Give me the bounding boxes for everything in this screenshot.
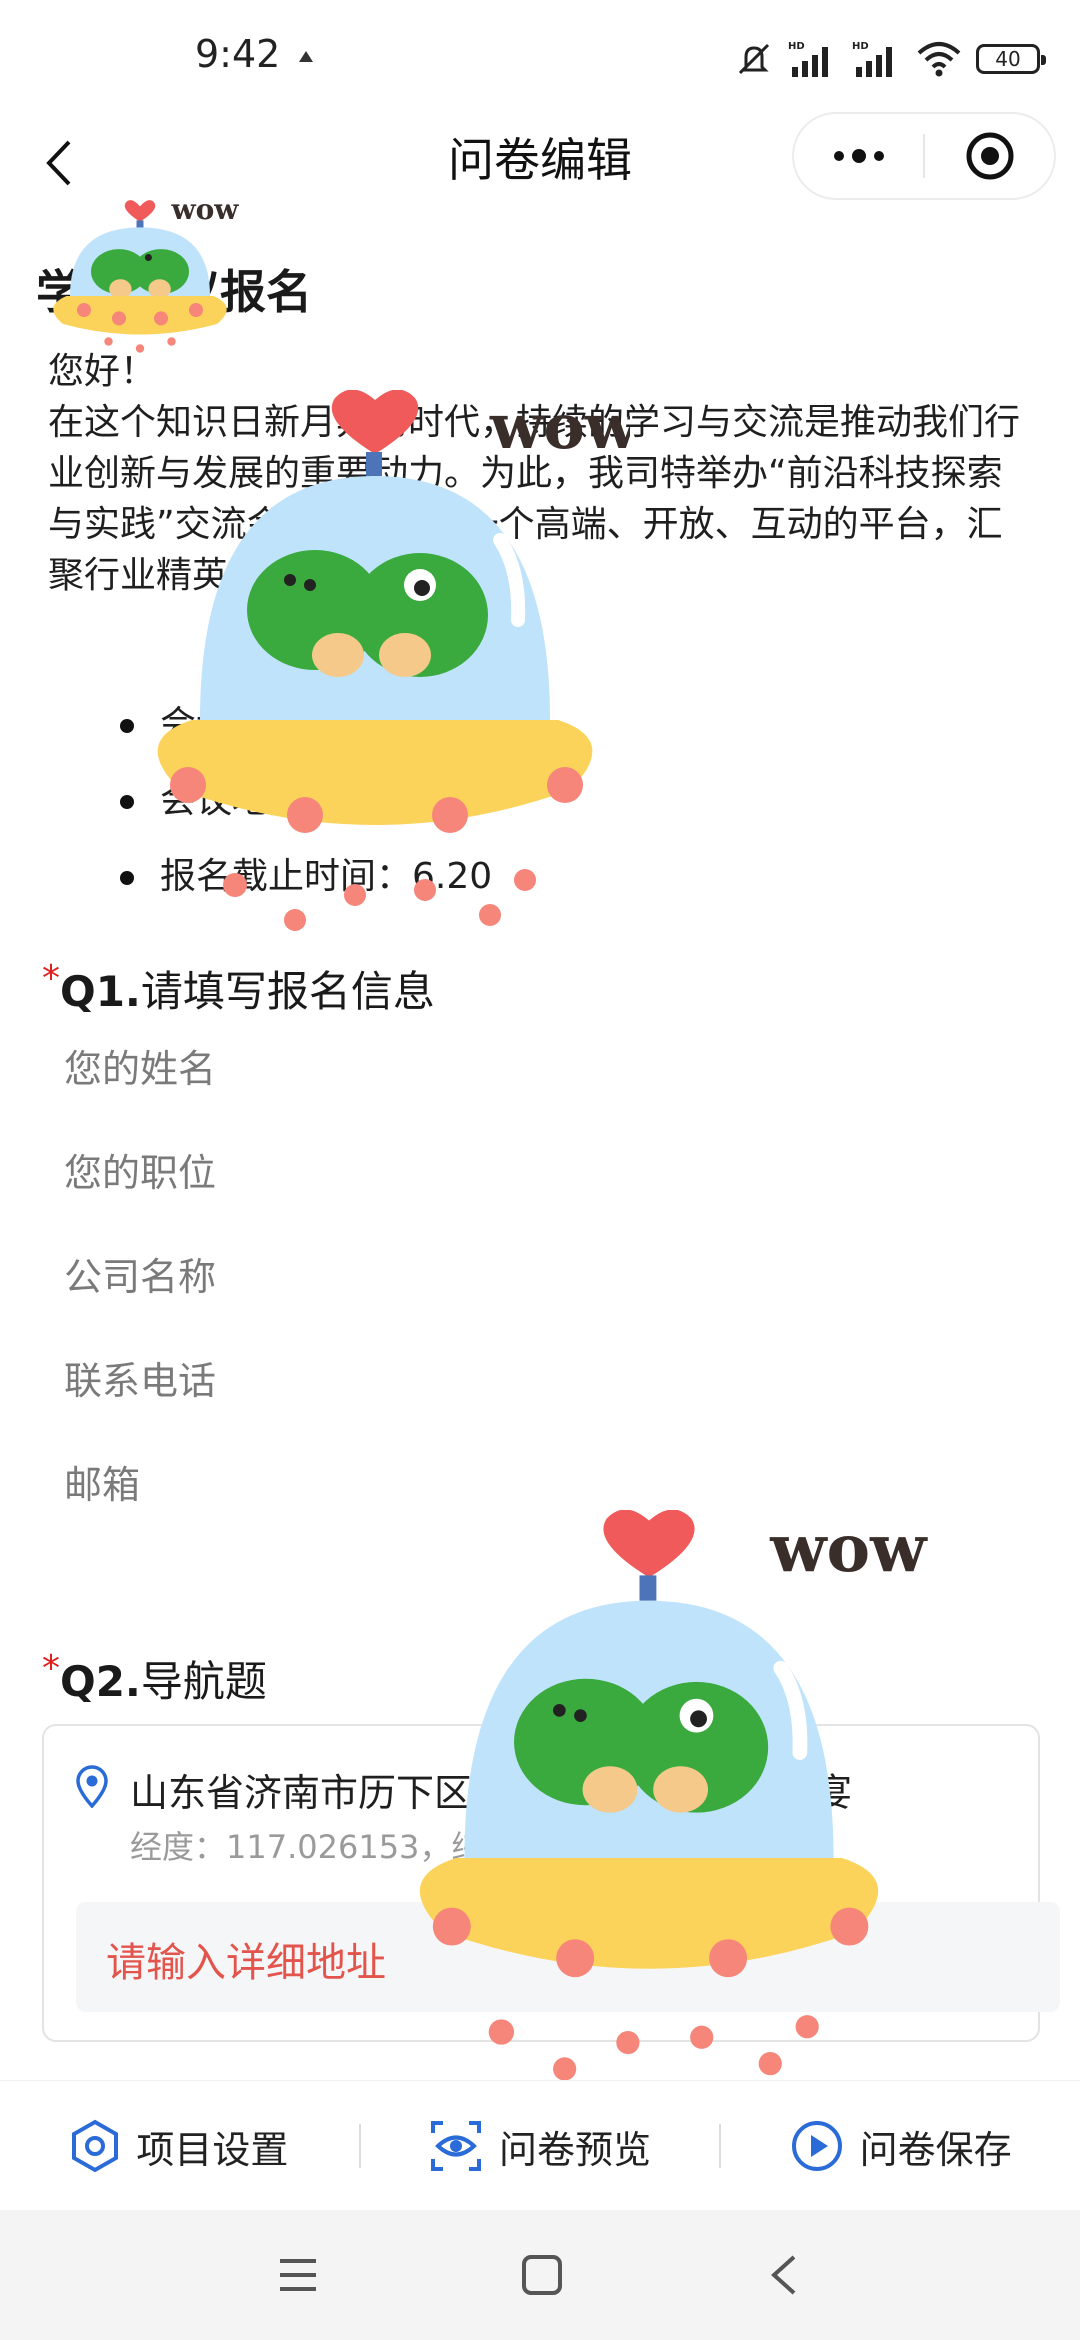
play-save-icon: [791, 2121, 842, 2171]
status-bar: 9:42 HD HD 40: [0, 0, 1080, 110]
survey-save-button[interactable]: 问卷保存: [721, 2119, 1080, 2174]
question-text: 请填写报名信息: [140, 967, 435, 1016]
status-time: 9:42: [195, 32, 281, 76]
status-icons: HD HD 40: [734, 36, 1046, 82]
frog-ufo-sticker[interactable]: wow: [42, 190, 252, 360]
mute-icon: [738, 43, 770, 75]
sticker-wow-text: wow: [769, 1511, 928, 1587]
mini-program-capsule: [792, 112, 1056, 200]
survey-preview-label: 问卷预览: [499, 2127, 652, 2172]
hd-signal-icon: HD: [788, 41, 828, 77]
back-triangle-icon[interactable]: [764, 2253, 804, 2297]
notification-icon: [299, 51, 313, 62]
svg-text:HD: HD: [788, 41, 805, 52]
question-text: 导航题: [140, 1657, 267, 1706]
field-phone[interactable]: 联系电话: [64, 1350, 216, 1405]
battery-level: 40: [995, 47, 1021, 71]
home-square-icon[interactable]: [520, 2253, 564, 2297]
system-navigation-bar: [0, 2210, 1080, 2340]
field-company[interactable]: 公司名称: [64, 1246, 216, 1301]
battery-icon: 40: [976, 44, 1046, 74]
project-settings-label: 项目设置: [136, 2127, 289, 2172]
required-mark: *: [42, 1648, 60, 1689]
required-mark: *: [42, 958, 60, 999]
capsule-target-icon: [966, 132, 1013, 180]
eye-preview-icon: [431, 2121, 481, 2171]
field-position[interactable]: 您的职位: [64, 1142, 216, 1197]
more-dots-icon: [833, 149, 884, 163]
hexagon-settings-icon: [72, 2119, 119, 2173]
field-email[interactable]: 邮箱: [64, 1454, 140, 1509]
question-number: Q1.: [60, 967, 141, 1016]
question-number: Q2.: [60, 1657, 141, 1706]
more-button[interactable]: [794, 114, 923, 198]
project-settings-button[interactable]: 项目设置: [0, 2119, 359, 2174]
field-name[interactable]: 您的姓名: [64, 1038, 216, 1093]
survey-save-label: 问卷保存: [859, 2127, 1012, 2172]
hd-signal-icon: HD: [852, 41, 892, 77]
close-mini-program-button[interactable]: [925, 114, 1054, 198]
survey-preview-button[interactable]: 问卷预览: [361, 2119, 720, 2174]
svg-text:HD: HD: [852, 41, 869, 52]
bottom-toolbar: 项目设置 问卷预览 问卷保存: [0, 2080, 1080, 2211]
sticker-wow-text: wow: [171, 193, 240, 226]
wifi-icon: [917, 42, 961, 77]
location-pin-icon: [76, 1765, 108, 1808]
q2-title[interactable]: *Q2.导航题: [42, 1648, 267, 1709]
q1-title[interactable]: *Q1.请填写报名信息: [42, 958, 435, 1019]
menu-icon[interactable]: [276, 2255, 320, 2295]
frog-ufo-sticker[interactable]: wow: [120, 390, 630, 940]
sticker-wow-text: wow: [489, 390, 630, 463]
frog-ufo-sticker[interactable]: wow: [338, 1510, 960, 2090]
